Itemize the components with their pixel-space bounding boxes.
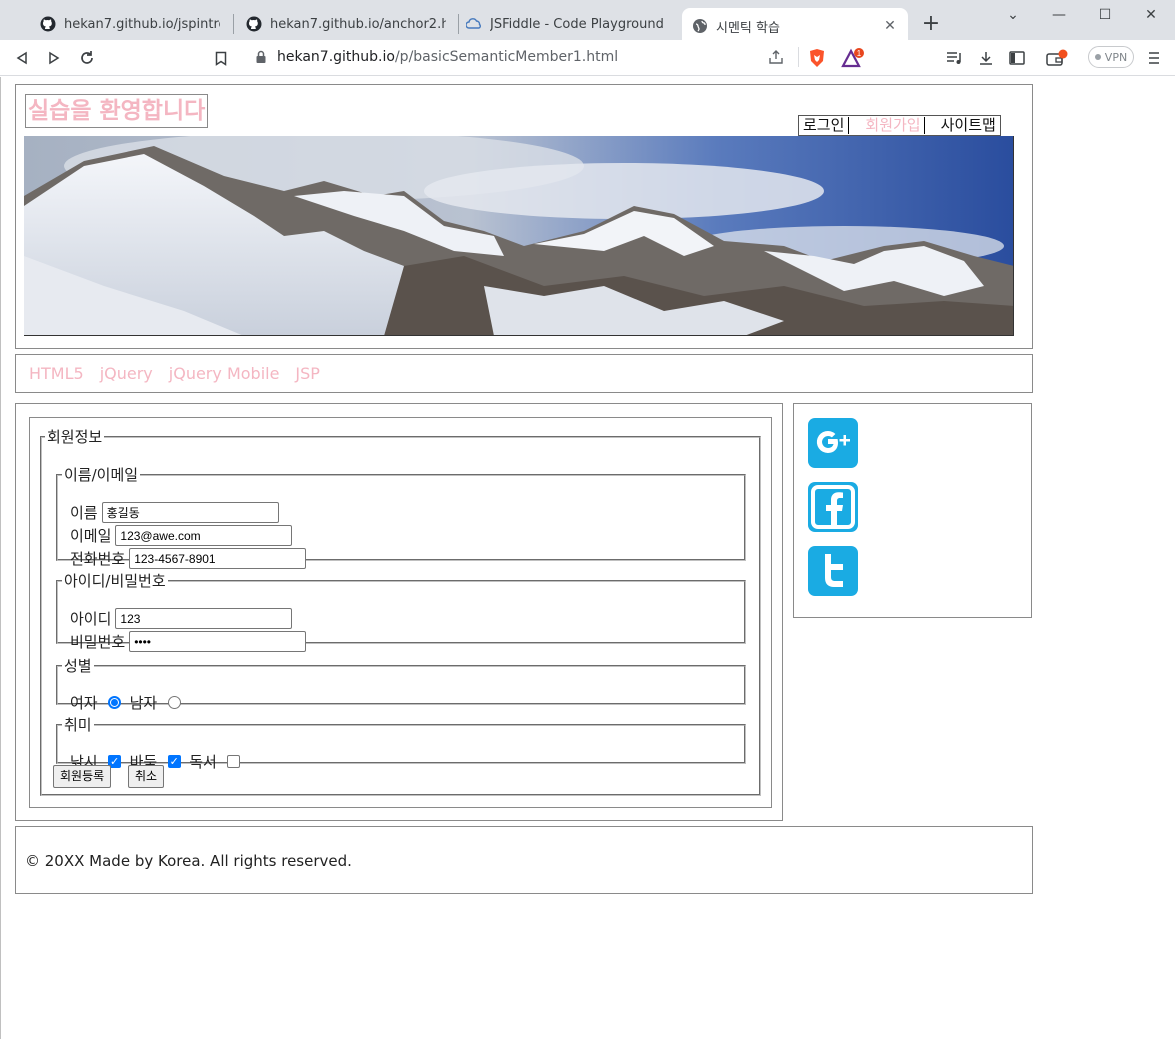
id-password-fieldset: 아이디/비밀번호 아이디 비밀번호 <box>56 570 746 652</box>
tab-title: hekan7.github.io/jspintro.html at m <box>64 16 220 32</box>
google-plus-icon[interactable] <box>808 418 858 468</box>
brave-rewards-icon[interactable]: 1 <box>841 48 865 72</box>
register-button[interactable]: 회원등록 <box>53 765 112 788</box>
login-link[interactable]: 로그인 <box>799 116 848 135</box>
tab-title: hekan7.github.io/anchor2.html at m <box>270 16 446 32</box>
tab-search-icon[interactable]: ⌄ <box>990 0 1036 32</box>
download-icon[interactable] <box>974 46 998 70</box>
bookmark-icon[interactable] <box>209 46 233 70</box>
sitemap-link[interactable]: 사이트맵 <box>925 116 1000 135</box>
browser-toolbar: hekan7.github.io/p/basicSemanticMember1.… <box>0 40 1175 76</box>
minimize-button[interactable]: — <box>1036 0 1082 32</box>
close-tab-icon[interactable]: ✕ <box>882 18 898 34</box>
jsfiddle-icon <box>466 16 482 32</box>
twitter-icon[interactable] <box>808 546 858 596</box>
name-email-legend: 이름/이메일 <box>64 466 139 484</box>
facebook-icon[interactable] <box>808 482 858 532</box>
url-text: hekan7.github.io/p/basicSemanticMember1.… <box>277 49 619 65</box>
tab-semantic[interactable]: 시멘틱 학습 ✕ <box>682 8 908 44</box>
close-window-button[interactable]: ✕ <box>1128 0 1174 32</box>
female-label: 여자 <box>70 694 98 712</box>
svg-text:1: 1 <box>857 49 862 58</box>
back-icon[interactable] <box>10 46 34 70</box>
gender-fieldset: 성별 여자 남자 <box>56 655 746 712</box>
phone-label: 전화번호 <box>70 550 126 568</box>
site-header: 실습을 환영합니다 로그인 회원가입 사이트맵 <box>15 84 1033 349</box>
nav-item-jsp[interactable]: JSP <box>295 364 320 383</box>
hobby-fieldset: 취미 낚시 ✓ 바둑 ✓ 독서 <box>56 714 746 771</box>
utility-nav: 로그인 회원가입 사이트맵 <box>798 115 1001 136</box>
main-nav: HTML5 jQuery jQuery Mobile JSP <box>15 354 1033 393</box>
reload-icon[interactable] <box>75 46 99 70</box>
email-label: 이메일 <box>70 527 112 545</box>
id-label: 아이디 <box>70 610 112 628</box>
male-radio[interactable] <box>167 696 181 710</box>
cancel-button[interactable]: 취소 <box>128 765 165 788</box>
tab-jspintro[interactable]: hekan7.github.io/jspintro.html at m <box>30 8 230 40</box>
maximize-button[interactable]: ☐ <box>1082 0 1128 32</box>
site-footer: © 20XX Made by Korea. All rights reserve… <box>15 826 1033 894</box>
wallet-icon[interactable] <box>1045 46 1069 70</box>
password-input[interactable] <box>129 631 307 652</box>
social-aside <box>793 403 1032 618</box>
tab-jsfiddle[interactable]: JSFiddle - Code Playground <box>456 8 678 40</box>
nav-item-jquery[interactable]: jQuery <box>100 364 153 383</box>
nav-item-html5[interactable]: HTML5 <box>29 364 84 383</box>
member-form: 회원정보 이름/이메일 이름 이메일 전화번호 <box>29 417 772 808</box>
hobby-legend: 취미 <box>64 716 92 734</box>
github-icon <box>40 16 56 32</box>
female-radio[interactable] <box>108 696 122 710</box>
tab-anchor2[interactable]: hekan7.github.io/anchor2.html at m <box>236 8 456 40</box>
brave-shield-icon[interactable] <box>808 48 826 72</box>
member-info-legend: 회원정보 <box>47 428 103 446</box>
male-label: 남자 <box>129 694 158 712</box>
password-label: 비밀번호 <box>70 633 126 651</box>
nav-item-jquery-mobile[interactable]: jQuery Mobile <box>169 364 280 383</box>
new-tab-button[interactable]: + <box>917 10 945 38</box>
menu-icon[interactable] <box>1142 46 1166 70</box>
github-icon <box>246 16 262 32</box>
id-password-legend: 아이디/비밀번호 <box>64 572 166 590</box>
email-input[interactable] <box>115 525 293 546</box>
name-label: 이름 <box>70 504 98 522</box>
copyright-text: © 20XX Made by Korea. All rights reserve… <box>25 852 352 870</box>
id-input[interactable] <box>115 608 293 629</box>
tab-title: JSFiddle - Code Playground <box>490 16 664 32</box>
name-email-fieldset: 이름/이메일 이름 이메일 전화번호 <box>56 464 746 569</box>
site-title: 실습을 환영합니다 <box>25 94 209 128</box>
forward-icon[interactable] <box>42 46 66 70</box>
lock-icon <box>255 50 267 68</box>
web-page: 실습을 환영합니다 로그인 회원가입 사이트맵 HTML5 jQuery jQu… <box>0 77 1175 1039</box>
phone-input[interactable] <box>129 548 307 569</box>
member-info-fieldset: 회원정보 이름/이메일 이름 이메일 전화번호 <box>40 426 761 796</box>
header-banner-image <box>24 136 1014 336</box>
signup-link[interactable]: 회원가입 <box>849 116 923 135</box>
share-icon[interactable] <box>768 49 784 69</box>
gender-legend: 성별 <box>64 657 92 675</box>
address-bar[interactable]: hekan7.github.io/p/basicSemanticMember1.… <box>243 43 868 72</box>
globe-icon <box>692 18 708 34</box>
tab-title: 시멘틱 학습 <box>716 20 780 36</box>
name-input[interactable] <box>101 502 279 523</box>
tab-strip: hekan7.github.io/jspintro.html at m heka… <box>0 0 1175 44</box>
vpn-button[interactable]: VPN <box>1088 46 1134 68</box>
sidebar-icon[interactable] <box>1005 46 1029 70</box>
main-section: 회원정보 이름/이메일 이름 이메일 전화번호 <box>15 403 783 821</box>
playlist-icon[interactable] <box>943 46 967 70</box>
